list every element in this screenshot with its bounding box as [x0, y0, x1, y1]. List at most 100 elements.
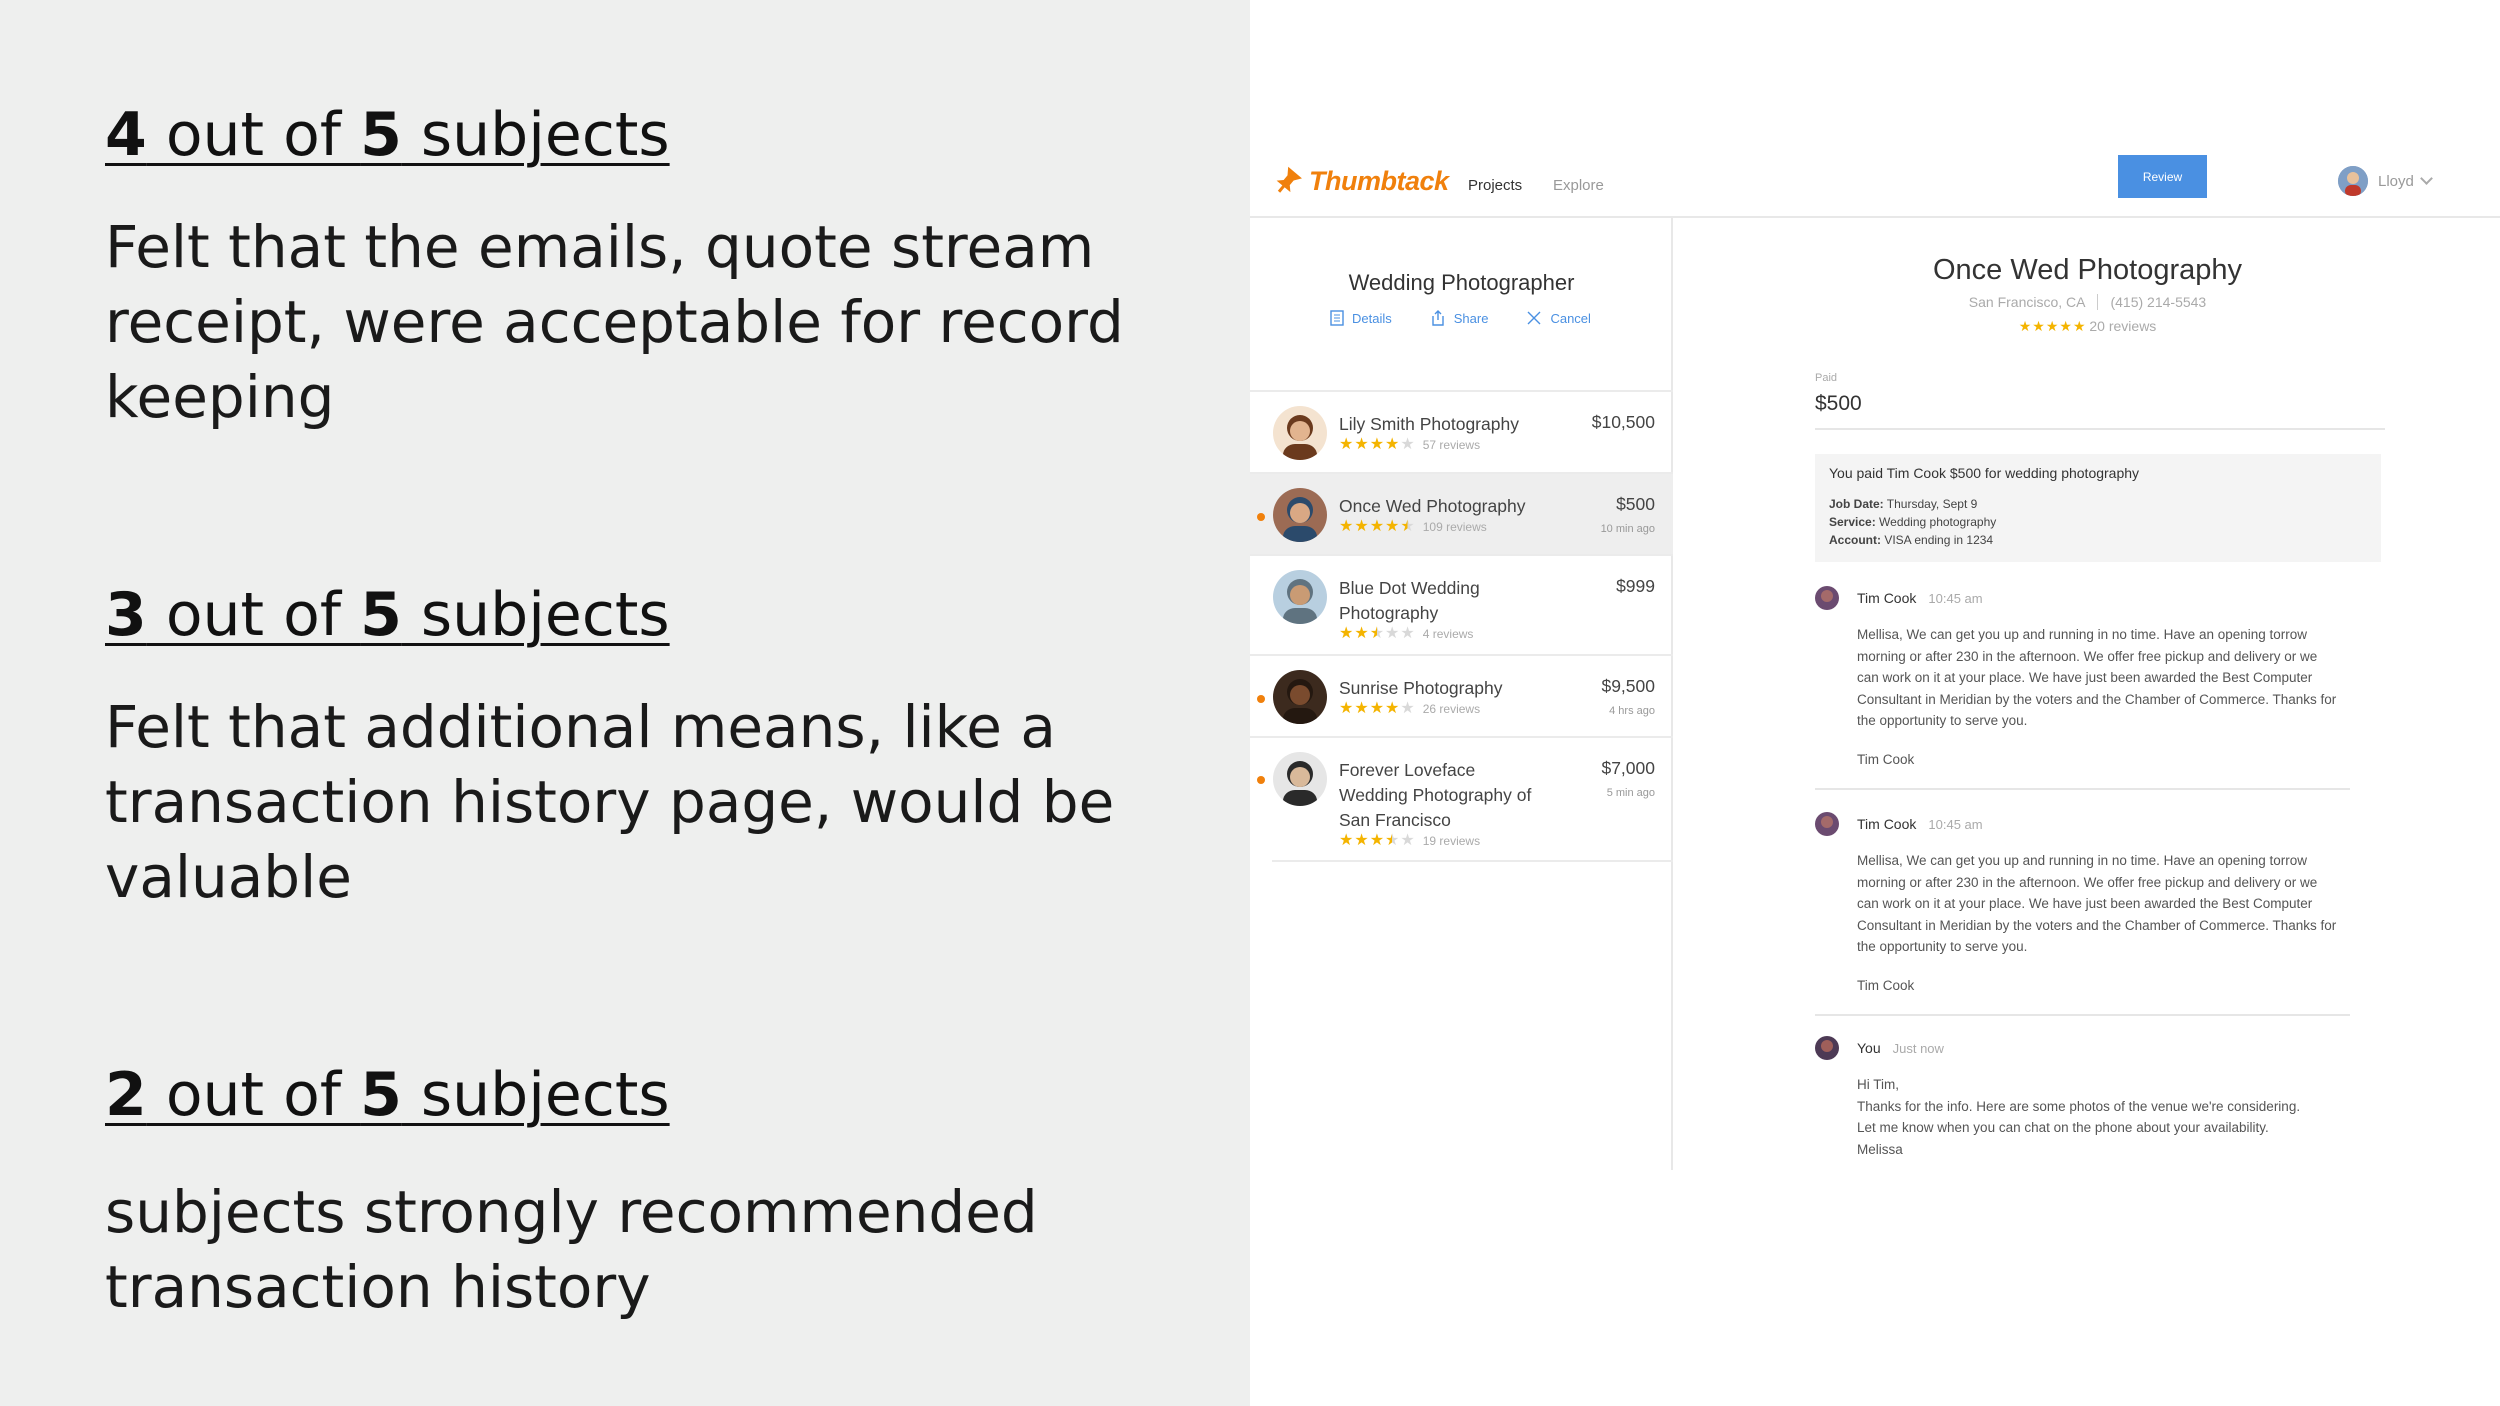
- star-icon: ★: [1400, 518, 1415, 535]
- finding-2-text: Felt that additional means, like a trans…: [105, 693, 1115, 911]
- star-icon: ★: [1354, 700, 1369, 717]
- star-icon: ★: [2032, 318, 2045, 334]
- pro-quote-time: 4 hrs ago: [1609, 705, 1655, 717]
- star-icon: ★: [1400, 700, 1415, 717]
- pro-price: $500: [1616, 494, 1655, 514]
- pro-price: $999: [1616, 576, 1655, 596]
- sender-avatar: [1815, 1036, 1839, 1060]
- star-icon: ★: [1400, 625, 1415, 642]
- person-icon: [2338, 166, 2368, 196]
- app-screenshot: Thumbtack Projects Explore Lloyd Wedding…: [1250, 0, 2500, 1406]
- pro-rating: ★ ★ ★ ★ ★ 57 reviews: [1339, 437, 1480, 453]
- pro-row[interactable]: Forever Loveface Wedding Photography of …: [1250, 736, 1673, 860]
- finding-1: 4 out of 5 subjects Felt that the emails…: [105, 100, 1205, 435]
- top-nav: Thumbtack Projects Explore Lloyd: [1250, 150, 2500, 218]
- finding-3: 2 out of 5 subjects subjects strongly re…: [105, 1060, 1205, 1325]
- star-icon: ★: [1369, 625, 1385, 642]
- sender-avatar: [1815, 586, 1839, 610]
- star-icon: ★: [1339, 518, 1354, 535]
- chevron-down-icon: [2419, 172, 2433, 185]
- star-icon: ★: [1385, 700, 1400, 717]
- star-icon: ★: [1400, 832, 1415, 849]
- pro-rating: ★ ★ ★ ★ ★ 4 reviews: [1339, 626, 1473, 642]
- pro-reviews: 57 reviews: [1422, 438, 1481, 452]
- pro-rating: ★ ★ ★ ★ ★ 19 reviews: [1339, 833, 1480, 849]
- business-reviews[interactable]: 20 reviews: [2089, 318, 2156, 334]
- message: Tim Cook 10:45 am Mellisa, We can get you …: [1815, 812, 2375, 993]
- business-phone[interactable]: (415) 214-5543: [2110, 294, 2206, 310]
- pro-avatar: [1273, 670, 1327, 724]
- quote-detail: Once Wed Photography San Francisco, CA (4…: [1675, 218, 2500, 1170]
- person-icon: [1815, 812, 1839, 836]
- receipt-account: Account: VISA ending in 1234: [1829, 533, 1994, 547]
- user-avatar: [2338, 166, 2368, 196]
- user-menu[interactable]: Lloyd: [2338, 166, 2433, 196]
- star-icon: ★: [1339, 625, 1354, 642]
- person-icon: [1815, 586, 1839, 610]
- star-icon: ★: [2059, 318, 2072, 334]
- pro-row[interactable]: Lily Smith Photography ★ ★ ★ ★ ★ 57 reviews $10…: [1250, 390, 1673, 472]
- unread-dot: [1257, 695, 1265, 703]
- cancel-button[interactable]: Cancel: [1526, 310, 1591, 326]
- pro-avatar: [1273, 406, 1327, 460]
- pro-reviews: 19 reviews: [1422, 834, 1481, 848]
- message: Tim Cook 10:45 am Mellisa, We can get you …: [1815, 586, 2375, 767]
- message-time: 10:45 am: [1928, 590, 1983, 606]
- document-icon: [1330, 310, 1344, 326]
- message-signature: Tim Cook: [1857, 751, 1915, 767]
- star-icon: ★: [1385, 518, 1400, 535]
- business-rating: ★ ★ ★ ★ ★ 20 reviews: [1675, 318, 2500, 334]
- star-icon: ★: [2018, 318, 2032, 334]
- pro-row[interactable]: Once Wed Photography ★ ★ ★ ★ ★ 109 reviews $500…: [1250, 472, 1673, 554]
- receipt-headline: You paid Tim Cook $500 for wedding photo…: [1829, 465, 2140, 481]
- message-header: You Just now: [1815, 1036, 2375, 1060]
- pro-reviews: 4 reviews: [1422, 627, 1474, 641]
- list-divider: [1272, 860, 1673, 862]
- finding-3-heading: 2 out of 5 subjects: [105, 1060, 670, 1130]
- pro-row[interactable]: Sunrise Photography ★ ★ ★ ★ ★ 26 reviews $9,500…: [1250, 654, 1673, 736]
- pro-price: $9,500: [1601, 676, 1655, 696]
- pro-row[interactable]: Blue Dot Wedding Photography ★ ★ ★ ★ ★ 4 revie…: [1250, 554, 1673, 654]
- pro-name: Once Wed Photography: [1339, 496, 1526, 516]
- nav-projects[interactable]: Projects: [1468, 177, 1522, 194]
- pro-reviews: 109 reviews: [1422, 520, 1487, 534]
- paid-summary: Paid $500: [1815, 370, 2385, 430]
- nav-explore[interactable]: Explore: [1553, 177, 1604, 194]
- close-icon: [1527, 311, 1541, 325]
- person-icon: [1273, 752, 1327, 806]
- star-icon: ★: [1339, 700, 1354, 717]
- thumbtack-logo[interactable]: Thumbtack: [1273, 164, 1449, 198]
- person-icon: [1273, 670, 1327, 724]
- message-divider: [1815, 1014, 2350, 1016]
- share-icon: [1432, 310, 1444, 326]
- person-icon: [1273, 570, 1327, 624]
- message-body: Mellisa, We can get you up and running i…: [1857, 853, 2337, 954]
- pro-avatar: [1273, 752, 1327, 806]
- user-name: Lloyd: [2378, 172, 2414, 190]
- pro-price: $7,000: [1601, 758, 1655, 778]
- paid-amount: $500: [1815, 392, 1862, 415]
- unread-dot: [1257, 776, 1265, 784]
- star-icon: ★: [1369, 832, 1385, 849]
- business-meta: San Francisco, CA (415) 214-5543: [1675, 294, 2500, 310]
- payment-receipt: You paid Tim Cook $500 for wedding photo…: [1815, 454, 2381, 562]
- business-name: Once Wed Photography: [1933, 254, 2242, 286]
- message-sender: Tim Cook: [1857, 590, 1917, 606]
- receipt-service: Service: Wedding photography: [1829, 515, 1997, 529]
- meta-divider: [2097, 294, 2099, 310]
- message-sender: Tim Cook: [1857, 816, 1917, 832]
- share-button[interactable]: Share: [1430, 310, 1488, 326]
- review-button[interactable]: Review: [2118, 155, 2207, 198]
- pro-name: Forever Loveface Wedding Photography of …: [1339, 760, 1532, 830]
- star-icon: ★: [1354, 436, 1369, 453]
- star-icon: ★: [1385, 832, 1400, 849]
- message-header: Tim Cook 10:45 am: [1815, 812, 2375, 836]
- pro-name: Sunrise Photography: [1339, 678, 1503, 698]
- finding-1-heading: 4 out of 5 subjects: [105, 100, 670, 170]
- pin-icon: [1276, 166, 1302, 193]
- person-icon: [1273, 406, 1327, 460]
- finding-2: 3 out of 5 subjects Felt that additional…: [105, 580, 1205, 915]
- finding-1-text: Felt that the emails, quote stream recei…: [105, 213, 1124, 431]
- details-button[interactable]: Details: [1330, 310, 1392, 326]
- star-icon: ★: [1354, 832, 1369, 849]
